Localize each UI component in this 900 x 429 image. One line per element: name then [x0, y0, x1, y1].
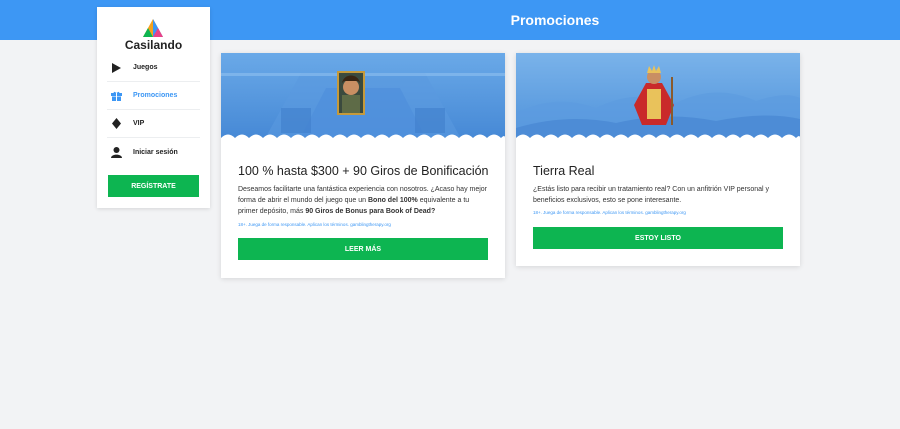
- promo-banner-image: [516, 53, 800, 146]
- play-icon: [107, 62, 125, 74]
- read-more-button[interactable]: LEER MÁS: [238, 238, 488, 260]
- promo-card-book-of-dead: 100 % hasta $300 + 90 Giros de Bonificac…: [221, 53, 505, 278]
- promo-description: ¿Estás listo para recibir un tratamiento…: [533, 186, 770, 204]
- register-button[interactable]: REGÍSTRATE: [108, 175, 199, 197]
- diamond-icon: [107, 118, 125, 130]
- im-ready-button[interactable]: ESTOY LISTO: [533, 227, 783, 249]
- page-title: Promociones: [510, 12, 600, 28]
- promo-banner-image: [221, 53, 505, 146]
- user-icon: [107, 146, 125, 158]
- promo-description-bold: 90 Giros de Bonus para Book of Dead?: [305, 208, 436, 215]
- sidebar-item-promociones[interactable]: Promociones: [107, 82, 200, 110]
- logo-mark-icon: [143, 19, 163, 37]
- sidebar-item-label: Promociones: [133, 92, 178, 99]
- sidebar-item-juegos[interactable]: Juegos: [107, 54, 200, 82]
- promo-description-bold: Bono del 100%: [367, 197, 418, 204]
- brand-name: Casilando: [124, 38, 183, 52]
- sidebar-item-label: Iniciar sesión: [133, 148, 178, 156]
- sidebar-item-label: VIP: [133, 120, 145, 127]
- logo[interactable]: Casilando: [97, 13, 210, 53]
- promo-card-tierra-real: Tierra Real ¿Estás listo para recibir un…: [516, 53, 800, 266]
- gift-icon: [107, 90, 125, 102]
- sidebar-item-iniciar-sesion[interactable]: Iniciar sesión: [107, 138, 200, 166]
- sidebar-item-vip[interactable]: VIP: [107, 110, 200, 138]
- terms-link[interactable]: 18+. Juega de forma responsable. Aplican…: [533, 210, 783, 215]
- sidebar-item-label: Juegos: [133, 64, 158, 71]
- promo-description: Deseamos facilitarte una fantástica expe…: [238, 184, 488, 217]
- terms-link[interactable]: 18+. Juega de forma responsable. Aplican…: [238, 222, 488, 227]
- promo-title: Tierra Real: [533, 164, 595, 178]
- promo-title: 100 % hasta $300 + 90 Giros de Bonificac…: [238, 164, 489, 178]
